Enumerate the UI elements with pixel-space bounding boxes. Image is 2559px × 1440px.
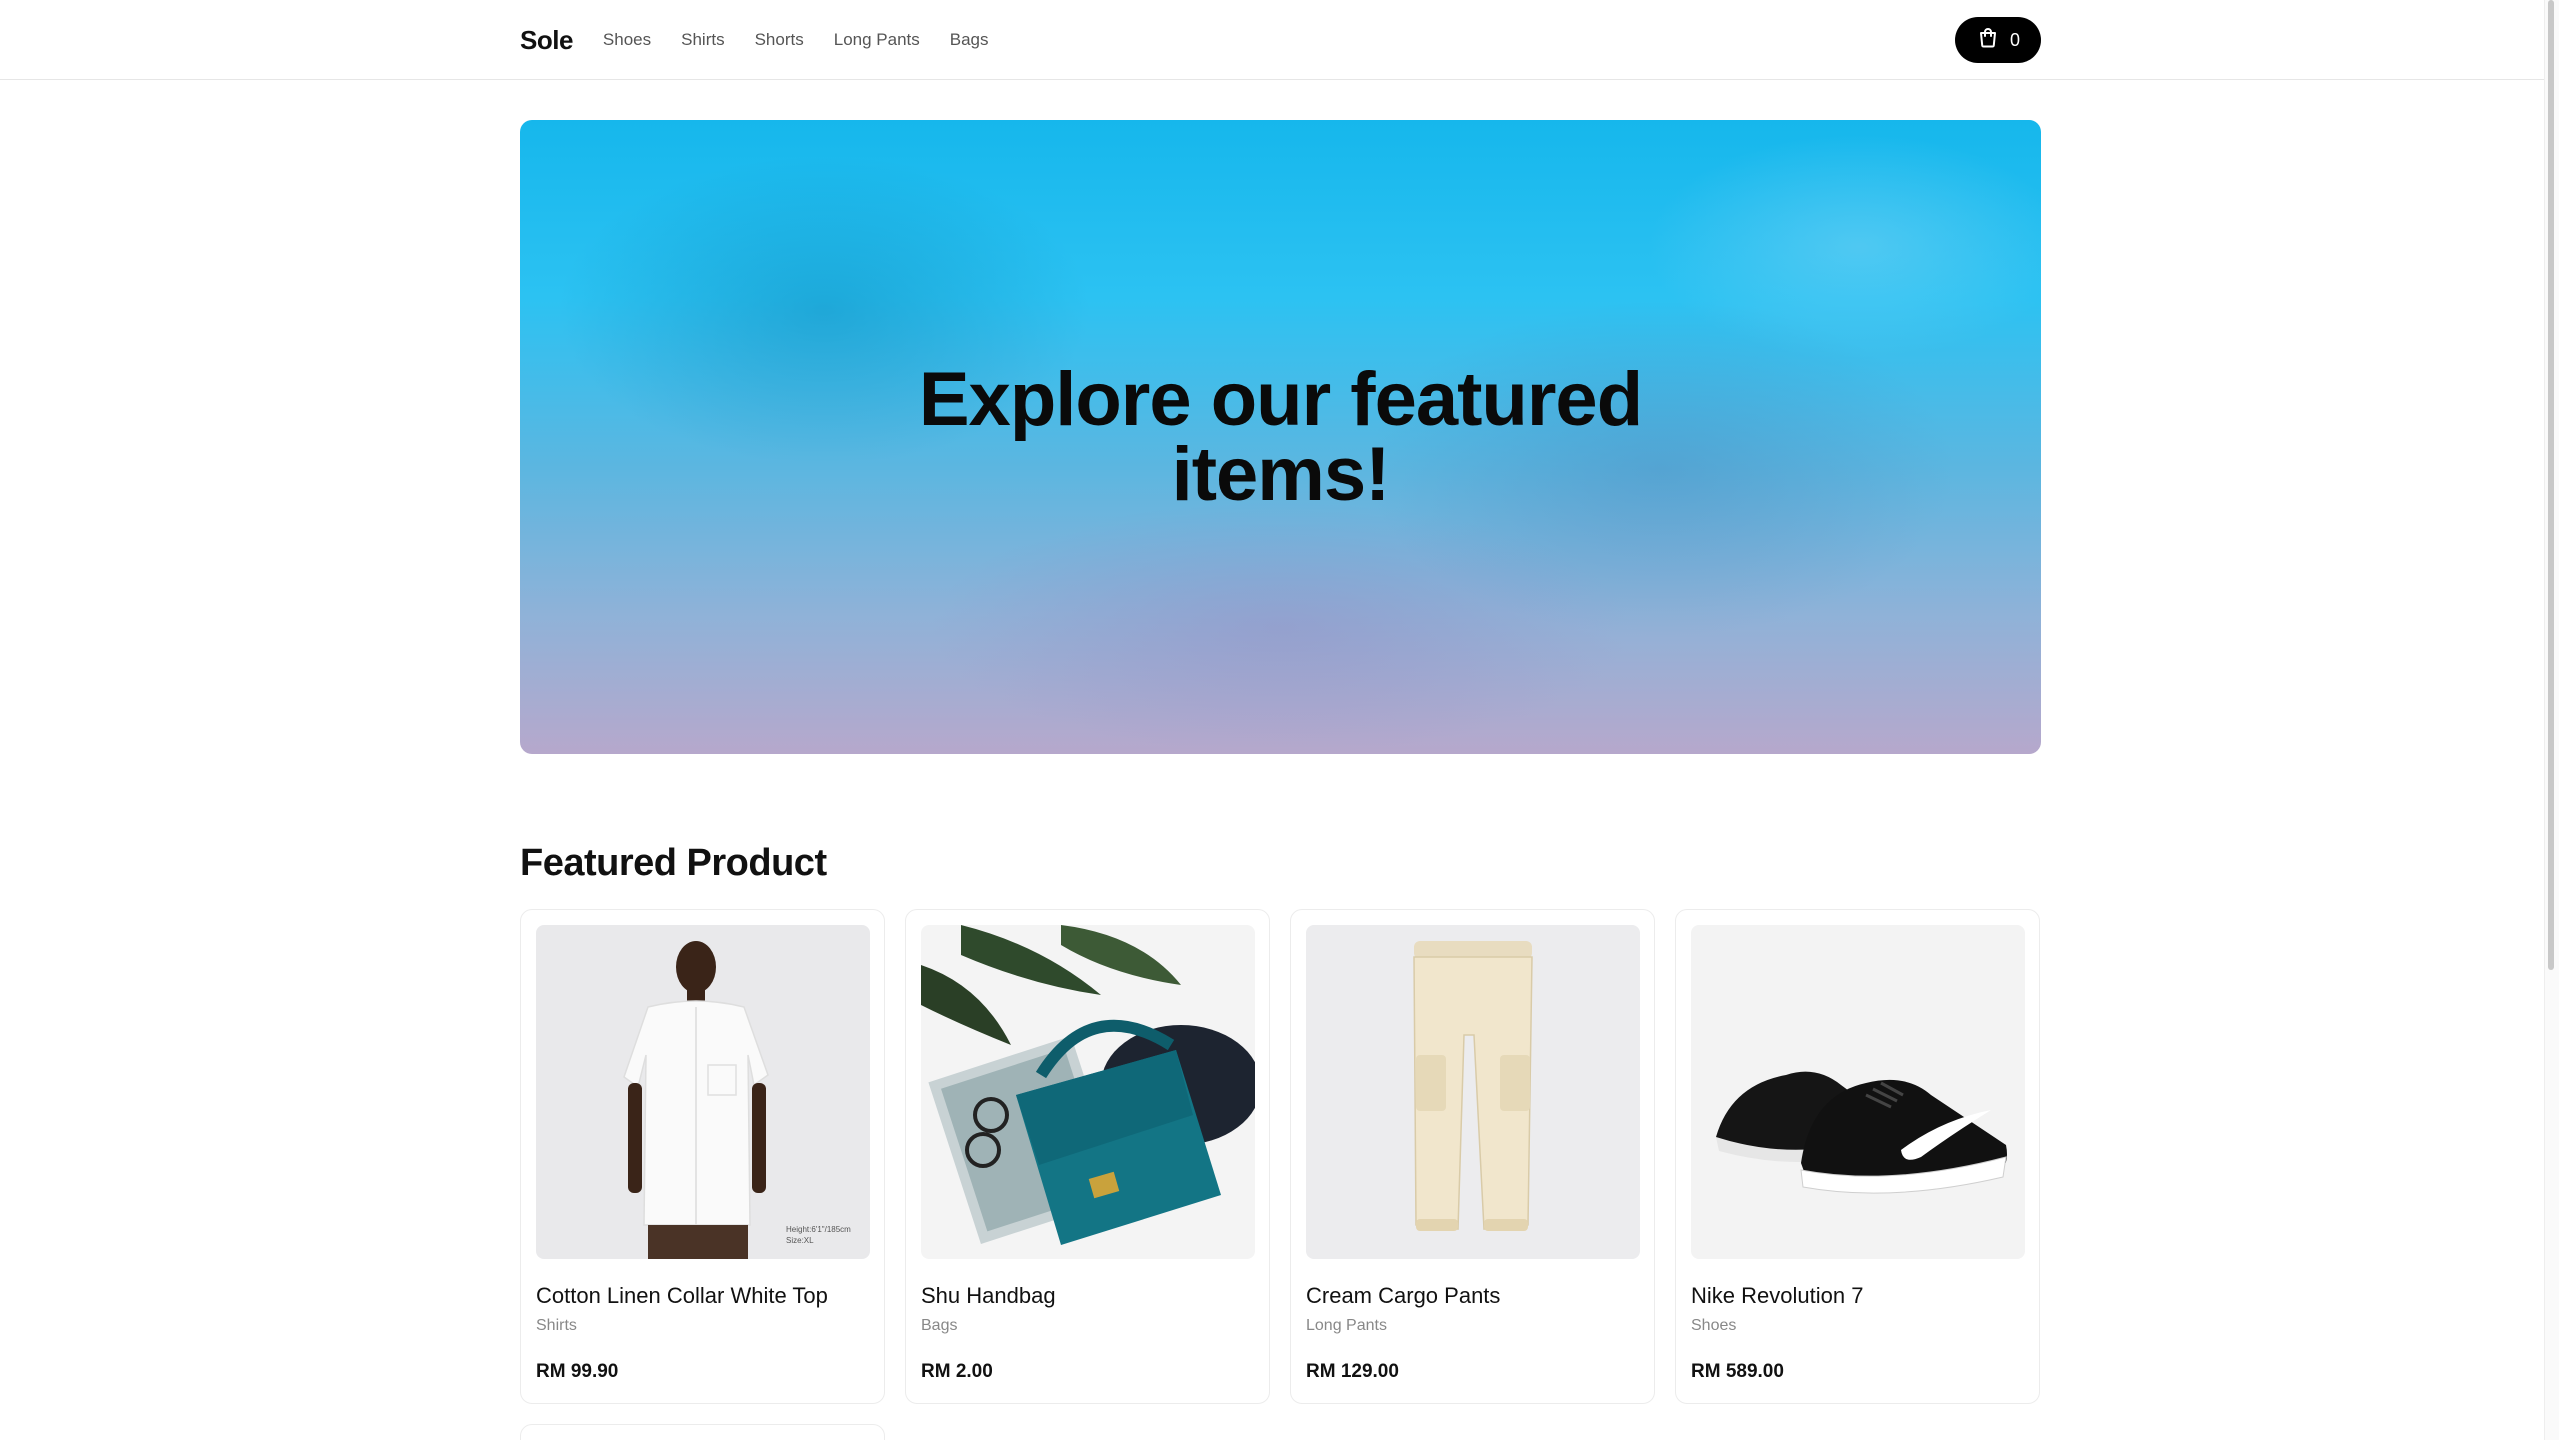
cart-count: 0 [2009, 29, 2020, 50]
product-grid: Height:6'1"/185cm Size:XL Cotton Linen C… [520, 909, 2041, 1404]
product-category: Shoes [1691, 1317, 1737, 1334]
site-header: Sole Shoes Shirts Shorts Long Pants Bags… [0, 0, 2544, 80]
product-card[interactable]: Cream Cargo Pants Long Pants RM 129.00 [1290, 909, 1655, 1404]
page-scrollbar[interactable] [2544, 0, 2559, 1440]
header-inner: Sole Shoes Shirts Shorts Long Pants Bags… [520, 0, 2041, 80]
product-card-next-row[interactable] [520, 1424, 885, 1440]
product-category: Bags [921, 1317, 958, 1334]
nav-link-bags[interactable]: Bags [950, 30, 989, 50]
product-name[interactable]: Nike Revolution 7 [1691, 1283, 2024, 1309]
product-image-sneakers [1691, 925, 2025, 1259]
product-card[interactable]: Nike Revolution 7 Shoes RM 589.00 [1675, 909, 2040, 1404]
scrollbar-thumb[interactable] [2548, 0, 2554, 970]
product-name[interactable]: Shu Handbag [921, 1283, 1254, 1309]
product-category: Long Pants [1306, 1317, 1387, 1334]
product-price: RM 129.00 [1306, 1361, 1399, 1382]
shopping-bag-icon [1976, 26, 2000, 55]
site-logo[interactable]: Sole [520, 25, 573, 56]
nav-link-shirts[interactable]: Shirts [681, 30, 724, 50]
nav-link-shorts[interactable]: Shorts [755, 30, 804, 50]
product-card[interactable]: Shu Handbag Bags RM 2.00 [905, 909, 1270, 1404]
hero-title-wrap: Explore our featured items! [520, 120, 2041, 754]
product-image-handbag [921, 925, 1255, 1259]
product-name[interactable]: Cream Cargo Pants [1306, 1283, 1639, 1309]
cart-button[interactable]: 0 [1955, 17, 2041, 63]
product-price: RM 2.00 [921, 1361, 993, 1382]
svg-text:Size:XL: Size:XL [786, 1236, 814, 1245]
main-nav: Shoes Shirts Shorts Long Pants Bags [603, 30, 989, 50]
featured-section-title: Featured Product [520, 842, 827, 884]
hero-title: Explore our featured items! [918, 357, 1643, 517]
product-name[interactable]: Cotton Linen Collar White Top [536, 1283, 869, 1309]
product-card[interactable]: Height:6'1"/185cm Size:XL Cotton Linen C… [520, 909, 885, 1404]
shirt-image-caption: Height:6'1"/185cm [786, 1225, 851, 1234]
nav-link-long-pants[interactable]: Long Pants [834, 30, 920, 50]
product-price: RM 589.00 [1691, 1361, 1784, 1382]
product-image-shirt: Height:6'1"/185cm Size:XL [536, 925, 870, 1259]
nav-link-shoes[interactable]: Shoes [603, 30, 651, 50]
product-category: Shirts [536, 1317, 577, 1334]
product-price: RM 99.90 [536, 1361, 619, 1382]
hero-banner: Explore our featured items! [520, 120, 2041, 754]
product-image-cargo-pants [1306, 925, 1640, 1259]
